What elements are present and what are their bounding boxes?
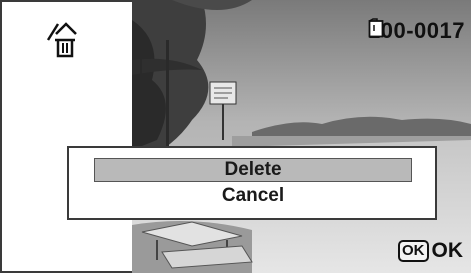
photo-preview: 100-0017 OK OK xyxy=(132,0,471,273)
ok-hint[interactable]: OK OK xyxy=(398,239,463,263)
ok-label: OK xyxy=(431,239,464,262)
file-number-display: 100-0017 xyxy=(368,18,465,44)
camera-playback-screen: 100-0017 OK OK Delete Cancel xyxy=(0,0,471,273)
cancel-option[interactable]: Cancel xyxy=(94,184,412,208)
delete-confirm-dialog: Delete Cancel xyxy=(67,146,437,220)
delete-option[interactable]: Delete xyxy=(94,158,412,182)
left-panel xyxy=(0,0,132,273)
folder-icon xyxy=(368,18,384,38)
ok-button-icon[interactable]: OK xyxy=(398,240,429,262)
delete-protect-icon xyxy=(46,22,77,58)
